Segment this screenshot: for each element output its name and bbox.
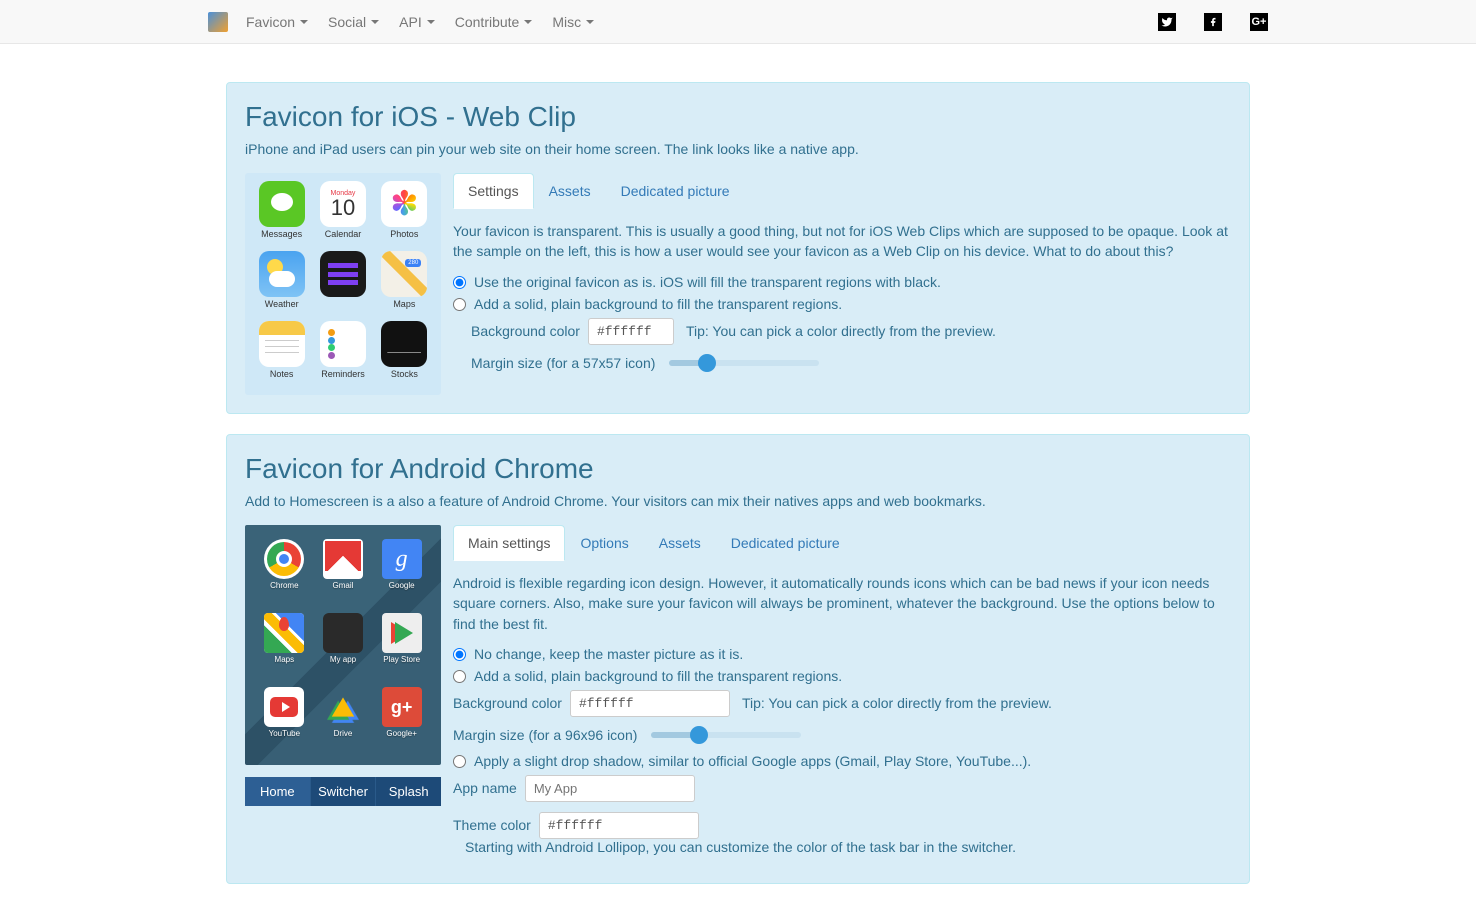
ios-radio-background[interactable] <box>453 298 466 311</box>
ios-tabs: Settings Assets Dedicated picture <box>453 173 1231 209</box>
ios-bg-tip: Tip: You can pick a color directly from … <box>686 323 996 339</box>
nav-favicon[interactable]: Favicon <box>246 14 308 30</box>
tab-assets[interactable]: Assets <box>534 173 606 209</box>
android-lead: Add to Homescreen is a also a feature of… <box>245 493 1231 509</box>
nav-api[interactable]: API <box>399 14 435 30</box>
android-theme-tip: Starting with Android Lollipop, you can … <box>465 839 1016 855</box>
android-radio-background-label[interactable]: Add a solid, plain background to fill th… <box>474 668 842 684</box>
tab-dedicated-android[interactable]: Dedicated picture <box>716 525 855 561</box>
ios-bg-input[interactable] <box>588 318 674 345</box>
drive-icon <box>323 687 363 727</box>
ios-radio-background-label[interactable]: Add a solid, plain background to fill th… <box>474 296 842 312</box>
caret-icon <box>524 20 532 24</box>
tab-assets-android[interactable]: Assets <box>644 525 716 561</box>
android-intro: Android is flexible regarding icon desig… <box>453 573 1231 634</box>
caret-icon <box>427 20 435 24</box>
tab-main-settings[interactable]: Main settings <box>453 525 565 561</box>
reminders-icon <box>320 321 366 367</box>
android-preview[interactable]: Chrome Gmail gGoogle Maps My app Play St… <box>245 525 441 765</box>
android-radio-background[interactable] <box>453 670 466 683</box>
gplus-icon: g+ <box>382 687 422 727</box>
android-theme-label: Theme color <box>453 817 531 833</box>
playstore-icon <box>382 613 422 653</box>
ios-bg-label: Background color <box>471 323 580 339</box>
gmail-icon <box>323 539 363 579</box>
messages-icon <box>259 181 305 227</box>
caret-icon <box>586 20 594 24</box>
twitter-icon[interactable] <box>1158 13 1176 31</box>
googleplus-icon[interactable]: G+ <box>1250 13 1268 31</box>
preview-tab-splash[interactable]: Splash <box>376 777 441 806</box>
caret-icon <box>300 20 308 24</box>
nav-social[interactable]: Social <box>328 14 379 30</box>
android-bg-label: Background color <box>453 695 562 711</box>
android-title: Favicon for Android Chrome <box>245 453 1231 485</box>
tab-dedicated[interactable]: Dedicated picture <box>606 173 745 209</box>
ios-lead: iPhone and iPad users can pin your web s… <box>245 141 1231 157</box>
nav-social-links: G+ <box>1130 13 1268 31</box>
user-favicon-icon <box>320 251 366 297</box>
notes-icon <box>259 321 305 367</box>
brand-logo[interactable] <box>208 12 228 32</box>
gmaps-icon <box>264 613 304 653</box>
preview-tab-switcher[interactable]: Switcher <box>311 777 377 806</box>
android-bg-tip: Tip: You can pick a color directly from … <box>742 695 1052 711</box>
ios-title: Favicon for iOS - Web Clip <box>245 101 1231 133</box>
android-tabs: Main settings Options Assets Dedicated p… <box>453 525 1231 561</box>
android-bg-input[interactable] <box>570 690 730 717</box>
ios-margin-label: Margin size (for a 57x57 icon) <box>471 355 655 371</box>
preview-tab-home[interactable]: Home <box>245 777 311 806</box>
android-radio-nochange[interactable] <box>453 648 466 661</box>
chrome-icon <box>264 539 304 579</box>
facebook-icon[interactable] <box>1204 13 1222 31</box>
nav-contribute[interactable]: Contribute <box>455 14 533 30</box>
android-theme-input[interactable] <box>539 812 699 839</box>
android-margin-label: Margin size (for a 96x96 icon) <box>453 727 637 743</box>
tab-options[interactable]: Options <box>565 525 643 561</box>
calendar-icon: Monday10 <box>320 181 366 227</box>
user-favicon-android-icon <box>323 613 363 653</box>
weather-icon <box>259 251 305 297</box>
ios-preview[interactable]: Messages Monday10Calendar Photos Weather… <box>245 173 441 395</box>
nav-misc[interactable]: Misc <box>552 14 594 30</box>
android-appname-input[interactable] <box>525 775 695 802</box>
nav-menu: Favicon Social API Contribute Misc <box>246 14 614 30</box>
maps-icon <box>381 251 427 297</box>
ios-radio-original[interactable] <box>453 276 466 289</box>
android-panel: Favicon for Android Chrome Add to Homesc… <box>226 434 1250 884</box>
caret-icon <box>371 20 379 24</box>
ios-margin-slider[interactable] <box>669 360 819 366</box>
top-navbar: Favicon Social API Contribute Misc G+ <box>0 0 1476 44</box>
android-preview-tabs: Home Switcher Splash <box>245 777 441 806</box>
youtube-icon <box>264 687 304 727</box>
ios-radio-original-label[interactable]: Use the original favicon as is. iOS will… <box>474 274 941 290</box>
android-radio-shadow-label[interactable]: Apply a slight drop shadow, similar to o… <box>474 753 1031 769</box>
ios-panel: Favicon for iOS - Web Clip iPhone and iP… <box>226 82 1250 414</box>
ios-intro: Your favicon is transparent. This is usu… <box>453 221 1231 262</box>
android-appname-label: App name <box>453 780 517 796</box>
tab-settings[interactable]: Settings <box>453 173 534 209</box>
android-radio-nochange-label[interactable]: No change, keep the master picture as it… <box>474 646 743 662</box>
stocks-icon <box>381 321 427 367</box>
android-margin-slider[interactable] <box>651 732 801 738</box>
photos-icon <box>381 181 427 227</box>
google-icon: g <box>382 539 422 579</box>
android-radio-shadow[interactable] <box>453 755 466 768</box>
